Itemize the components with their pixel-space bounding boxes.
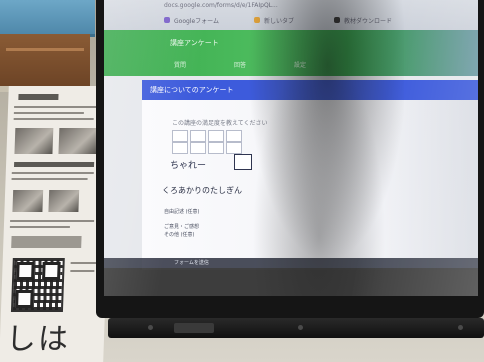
- qr-marker: [42, 262, 61, 280]
- grid-cell[interactable]: [172, 130, 188, 142]
- question-label: この講座の満足度を教えてください: [172, 120, 268, 127]
- question-note: 自由記述 (任意): [164, 209, 200, 215]
- screen-lower-area: [104, 268, 478, 296]
- grid-cell[interactable]: [226, 130, 242, 142]
- flyer-text-line: [70, 270, 95, 272]
- browser-toolbar: docs.google.com/forms/d/e/1FAIpQL... Goo…: [104, 0, 478, 30]
- laptop-screen: docs.google.com/forms/d/e/1FAIpQL... Goo…: [104, 0, 478, 296]
- form-header: 講座アンケート 質問 回答 設定: [104, 30, 478, 76]
- question-label: ご意見・ご感想: [164, 224, 200, 230]
- tab-questions[interactable]: 質問: [174, 60, 186, 69]
- question-label: くろあかりのたしぎん: [162, 186, 242, 195]
- qr-code: [10, 258, 65, 312]
- tab-responses[interactable]: 回答: [234, 60, 246, 69]
- laptop-hinge: [108, 318, 484, 338]
- grid-cell[interactable]: [172, 142, 188, 154]
- qr-marker: [15, 290, 34, 308]
- bookmark-icon: [254, 17, 260, 23]
- wooden-box: [0, 34, 90, 86]
- question-card: この講座の満足度を教えてください ちゃれー くろあかりのたしぎん 自由記述 (任…: [142, 100, 478, 270]
- flyer-heading: [13, 162, 95, 167]
- flyer-text-line: [13, 112, 84, 114]
- bookmark-item[interactable]: 教材ダウンロード: [344, 16, 392, 25]
- flyer-text-line: [11, 178, 88, 180]
- blue-box: [0, 0, 95, 37]
- qr-marker: [16, 262, 35, 280]
- section-header: 講座についてのアンケート: [142, 80, 478, 100]
- grid-cell[interactable]: [208, 142, 224, 154]
- scale-label: ちゃれー: [170, 161, 207, 171]
- flyer-text-line: [70, 262, 99, 264]
- grid-cell[interactable]: [190, 142, 206, 154]
- answer-input[interactable]: [234, 154, 252, 170]
- taskbar: フォームを送信: [104, 258, 478, 268]
- bookmark-item[interactable]: Googleフォーム: [174, 16, 219, 25]
- flyer-photo: [48, 190, 80, 212]
- bookmark-item[interactable]: 新しいタブ: [264, 16, 294, 25]
- address-bar-url[interactable]: docs.google.com/forms/d/e/1FAIpQL...: [164, 2, 278, 9]
- screw: [458, 325, 463, 330]
- photo-scene: しは docs.google.com/forms/d/e/1FAIpQL... …: [0, 0, 484, 362]
- hinge-latch: [174, 323, 214, 333]
- laptop: docs.google.com/forms/d/e/1FAIpQL... Goo…: [96, 0, 484, 340]
- form-title: 講座アンケート: [170, 39, 219, 47]
- flyer-heading: [18, 94, 59, 100]
- screen-bezel: docs.google.com/forms/d/e/1FAIpQL... Goo…: [96, 0, 484, 318]
- bookmark-icon: [164, 17, 170, 23]
- flyer-photo: [14, 128, 54, 154]
- section-title: 講座についてのアンケート: [150, 86, 234, 94]
- flyer-text-line: [9, 226, 70, 228]
- screw: [148, 325, 153, 330]
- grid-cell[interactable]: [190, 130, 206, 142]
- flyer-text-line: [10, 220, 95, 222]
- grid-cell[interactable]: [208, 130, 224, 142]
- screw: [298, 325, 303, 330]
- taskbar-label[interactable]: フォームを送信: [174, 259, 209, 266]
- flyer-text-line: [11, 172, 94, 174]
- flyer-text-line: [13, 118, 94, 120]
- tab-settings[interactable]: 設定: [294, 60, 306, 69]
- flyer-text-line: [14, 106, 101, 108]
- bookmark-icon: [334, 17, 340, 23]
- grid-cell[interactable]: [226, 142, 242, 154]
- flyer-banner: [11, 236, 82, 248]
- flyer-photo: [12, 190, 44, 212]
- flyer-large-text: しは: [5, 322, 71, 357]
- question-note: その他 (任意): [164, 232, 195, 238]
- flyer-photo: [58, 128, 98, 154]
